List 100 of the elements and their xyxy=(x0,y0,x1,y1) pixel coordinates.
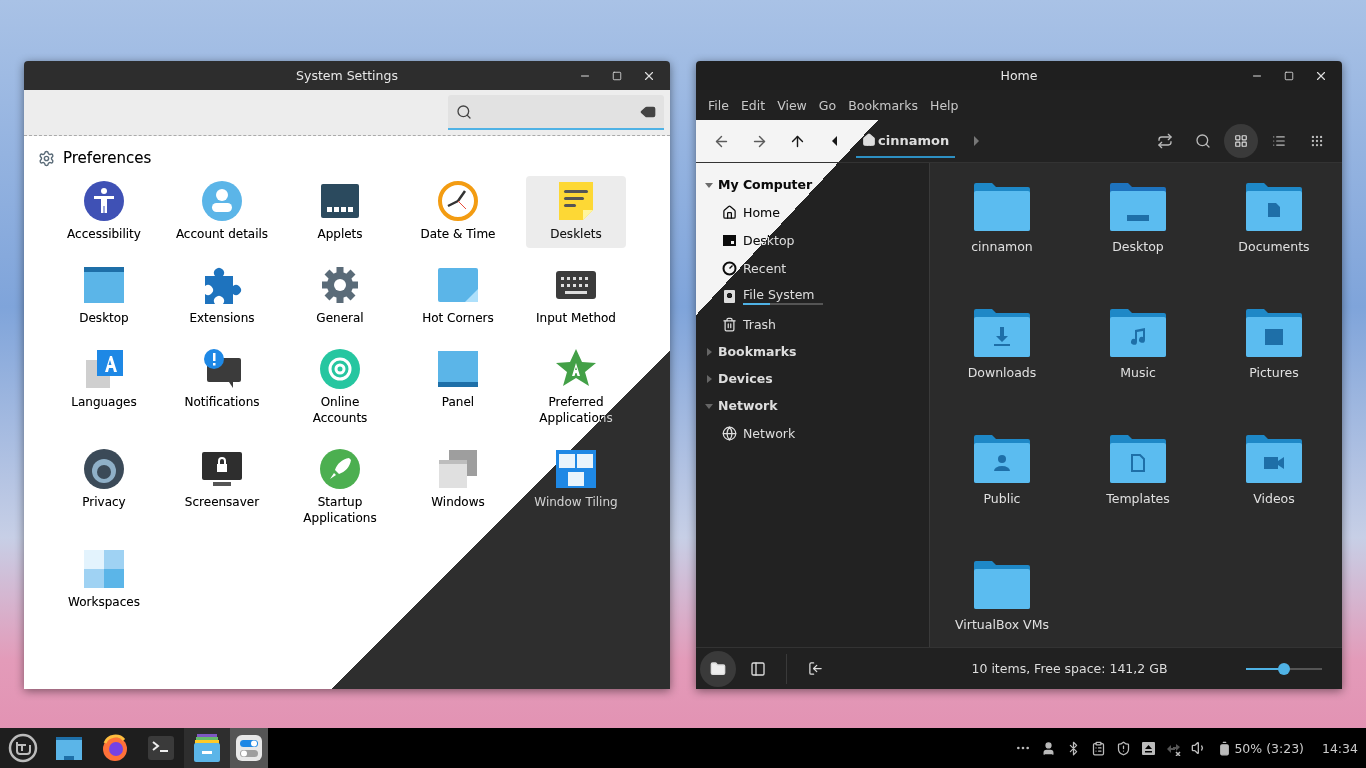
sidebar-section[interactable]: Network xyxy=(718,398,778,413)
settings-item[interactable]: Date & Time xyxy=(408,176,508,248)
menu-item[interactable]: Edit xyxy=(736,97,770,113)
expander-right-icon[interactable] xyxy=(704,373,714,384)
list-icon xyxy=(1272,134,1286,148)
settings-item[interactable]: Windows xyxy=(408,444,508,532)
maximize-icon xyxy=(612,70,622,81)
settings-item[interactable]: Privacy xyxy=(54,444,154,532)
settings-item[interactable]: Notifications xyxy=(172,344,272,432)
clock-icon xyxy=(722,260,737,276)
search-icon xyxy=(456,104,472,120)
window-title: System Settings xyxy=(296,68,398,83)
clock-text[interactable]: 14:34 xyxy=(1321,740,1358,756)
file-name[interactable]: Videos xyxy=(1253,491,1295,506)
menu-item[interactable]: Go xyxy=(814,97,841,113)
icon-view-button[interactable] xyxy=(1224,124,1258,158)
menu-item[interactable]: Help xyxy=(926,97,963,113)
path-button[interactable]: cinnamon xyxy=(856,124,956,158)
gear-icon xyxy=(319,264,361,306)
desktop-icon xyxy=(55,734,83,762)
file-name[interactable]: Desktop xyxy=(1112,239,1164,254)
file-name[interactable]: cinnamon xyxy=(971,239,1033,254)
search-field[interactable] xyxy=(448,95,664,130)
sidebar-item[interactable]: Trash xyxy=(696,310,929,338)
globe-icon xyxy=(722,425,737,441)
sidebar-section[interactable]: Devices xyxy=(718,371,773,386)
terminal-icon xyxy=(147,735,175,761)
menu-item[interactable]: File xyxy=(704,97,733,113)
clock-icon xyxy=(437,180,479,222)
settings-item[interactable]: Extensions xyxy=(172,260,272,332)
settings-item[interactable]: General xyxy=(290,260,390,332)
clipboard-icon xyxy=(1091,740,1107,756)
file-name[interactable]: VirtualBox VMs xyxy=(955,617,1049,632)
taskbar-button[interactable] xyxy=(0,728,46,768)
settings-item[interactable]: Languages xyxy=(54,344,154,432)
slider-thumb[interactable] xyxy=(1278,662,1290,675)
settings-item[interactable]: Online Accounts xyxy=(290,344,390,432)
sidebar-item[interactable]: Home xyxy=(696,198,929,226)
gear-icon xyxy=(38,149,55,167)
settings-item[interactable]: Hot Corners xyxy=(408,260,508,332)
menu-item[interactable]: Bookmarks xyxy=(844,97,922,113)
file-name[interactable]: Documents xyxy=(1238,239,1310,254)
file-name[interactable]: Public xyxy=(983,491,1021,506)
caret-right-icon xyxy=(972,136,981,146)
settings-item[interactable]: Screensaver xyxy=(172,444,272,532)
settings-item[interactable]: Desklets xyxy=(526,176,626,248)
search-icon xyxy=(1195,133,1211,149)
taskbar-button[interactable] xyxy=(230,728,268,768)
settings-item[interactable]: Accessibility xyxy=(54,176,154,248)
settings-item[interactable]: Applets xyxy=(290,176,390,248)
sidebar-item[interactable]: Network xyxy=(696,419,929,447)
panel-icon xyxy=(437,348,479,390)
section-title: Preferences xyxy=(63,149,152,167)
settings-item[interactable]: Account details xyxy=(172,176,272,248)
stacked-windows-icon xyxy=(437,448,479,490)
language-icon xyxy=(83,348,125,390)
caret-left-icon xyxy=(831,136,839,146)
at-sign-icon xyxy=(319,348,361,390)
user-icon xyxy=(1041,740,1057,756)
settings-item[interactable]: Window Tiling xyxy=(526,444,626,532)
settings-item[interactable]: Startup Applications xyxy=(290,444,390,532)
workspaces-icon xyxy=(83,548,125,590)
arrows-icon xyxy=(1157,133,1173,149)
drive-icon xyxy=(722,288,737,304)
settings-item[interactable]: Panel xyxy=(408,344,508,432)
file-cabinet-icon xyxy=(193,733,221,763)
eject-icon xyxy=(1141,740,1157,756)
accessibility-icon xyxy=(83,180,125,222)
clear-icon xyxy=(640,104,656,120)
file-name[interactable]: Pictures xyxy=(1249,365,1299,380)
toggle-switches-icon xyxy=(235,734,263,762)
person-icon xyxy=(201,180,243,222)
panel-icon xyxy=(750,660,766,677)
home-icon xyxy=(862,133,876,147)
file-name[interactable]: Templates xyxy=(1106,491,1170,506)
trash-icon xyxy=(722,316,737,332)
places-button[interactable] xyxy=(700,650,736,687)
settings-item[interactable]: Desktop xyxy=(54,260,154,332)
rocket-icon xyxy=(319,448,361,490)
sidebar-item[interactable]: Recent xyxy=(696,254,929,282)
file-name[interactable]: Downloads xyxy=(967,365,1037,380)
settings-item[interactable]: Workspaces xyxy=(54,544,154,616)
speech-bubble-icon xyxy=(201,348,243,390)
privacy-eye-icon xyxy=(83,448,125,490)
expander-right-icon[interactable] xyxy=(704,346,714,357)
window-title: Home xyxy=(1000,68,1038,83)
sidebar-section[interactable]: My Computer xyxy=(718,177,813,192)
desktop-icon xyxy=(722,232,737,248)
maximize-icon xyxy=(1284,70,1294,81)
taskbar-button[interactable] xyxy=(184,728,230,768)
file-name[interactable]: Music xyxy=(1120,365,1156,380)
menu-item[interactable]: View xyxy=(773,97,811,113)
sidebar-section[interactable]: Bookmarks xyxy=(718,344,797,359)
shield-icon xyxy=(1116,740,1132,756)
dots-grid-icon xyxy=(1310,134,1324,148)
settings-item[interactable]: Input Method xyxy=(526,260,626,332)
taskbar-button[interactable] xyxy=(138,728,184,768)
folder-icon xyxy=(710,660,726,677)
sidebar-item[interactable]: File System xyxy=(696,282,929,310)
mint-logo-icon xyxy=(8,733,38,763)
